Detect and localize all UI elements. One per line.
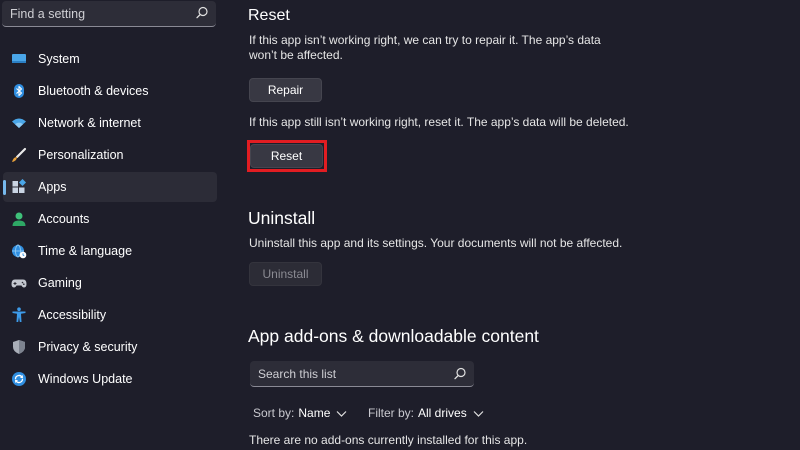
nav-list: System Bluetooth & devices Network & int… — [0, 44, 220, 396]
sidebar-item-label: System — [38, 52, 80, 66]
filter-by-label: Filter by: — [368, 406, 415, 420]
apps-icon — [11, 178, 27, 195]
sort-by-value: Name — [298, 406, 331, 420]
sidebar-item-label: Windows Update — [38, 372, 133, 386]
no-addons-message: There are no add-ons currently installed… — [249, 433, 528, 447]
person-icon — [11, 211, 27, 227]
search-icon[interactable] — [452, 366, 468, 382]
find-setting-search-box[interactable] — [2, 1, 216, 27]
sidebar-item-label: Accounts — [38, 212, 90, 226]
sidebar-item-label: Time & language — [38, 244, 133, 258]
system-icon — [11, 51, 27, 67]
addons-search-box[interactable] — [250, 361, 474, 387]
update-icon — [11, 371, 27, 387]
addons-section-title: App add-ons & downloadable content — [248, 326, 539, 346]
sort-by-dropdown[interactable]: Sort by: Name — [253, 405, 347, 421]
sidebar-item-system[interactable]: System — [3, 44, 217, 74]
filter-by-value: All drives — [418, 406, 467, 420]
chevron-down-icon — [473, 410, 484, 417]
chevron-down-icon — [336, 410, 347, 417]
repair-button[interactable]: Repair — [249, 78, 322, 102]
selection-indicator — [3, 180, 6, 195]
globe-clock-icon — [11, 243, 27, 259]
search-icon[interactable] — [194, 5, 210, 21]
uninstall-section-title: Uninstall — [248, 208, 316, 228]
uninstall-button[interactable]: Uninstall — [249, 262, 322, 286]
sidebar-item-label: Privacy & security — [38, 340, 138, 354]
sidebar-item-apps[interactable]: Apps — [3, 172, 217, 202]
sidebar: System Bluetooth & devices — [0, 0, 228, 450]
sidebar-item-label: Accessibility — [38, 308, 107, 322]
reset-description: If this app still isn’t working right, r… — [249, 115, 629, 129]
repair-description-line2: won’t be affected. — [249, 48, 343, 62]
reset-button[interactable]: Reset — [250, 144, 323, 168]
reset-section-title: Reset — [248, 7, 290, 24]
shield-icon — [11, 339, 27, 355]
sidebar-item-label: Gaming — [38, 276, 82, 290]
sidebar-item-time-language[interactable]: Time & language — [3, 236, 217, 266]
sidebar-item-label: Apps — [38, 180, 67, 194]
settings-window: System Bluetooth & devices — [0, 0, 800, 450]
wifi-icon — [11, 115, 27, 131]
uninstall-description: Uninstall this app and its settings. You… — [249, 236, 623, 250]
sidebar-item-personalization[interactable]: Personalization — [3, 140, 217, 170]
sidebar-item-accessibility[interactable]: Accessibility — [3, 300, 217, 330]
sidebar-item-privacy-security[interactable]: Privacy & security — [3, 332, 217, 362]
brush-icon — [11, 147, 27, 163]
filter-by-dropdown[interactable]: Filter by: All drives — [368, 405, 484, 421]
gamepad-icon — [11, 275, 27, 291]
sidebar-item-windows-update[interactable]: Windows Update — [3, 364, 217, 394]
find-setting-input[interactable] — [10, 1, 190, 26]
sidebar-item-bluetooth[interactable]: Bluetooth & devices — [3, 76, 217, 106]
addons-search-input[interactable] — [258, 361, 448, 386]
sidebar-item-accounts[interactable]: Accounts — [3, 204, 217, 234]
sidebar-item-label: Network & internet — [38, 116, 141, 130]
sidebar-item-label: Bluetooth & devices — [38, 84, 149, 98]
sort-by-label: Sort by: — [253, 406, 295, 420]
sidebar-item-label: Personalization — [38, 148, 124, 162]
sidebar-item-network[interactable]: Network & internet — [3, 108, 217, 138]
sidebar-item-gaming[interactable]: Gaming — [3, 268, 217, 298]
repair-description-line1: If this app isn’t working right, we can … — [249, 33, 601, 47]
accessibility-icon — [11, 307, 27, 323]
bluetooth-icon — [11, 83, 27, 99]
